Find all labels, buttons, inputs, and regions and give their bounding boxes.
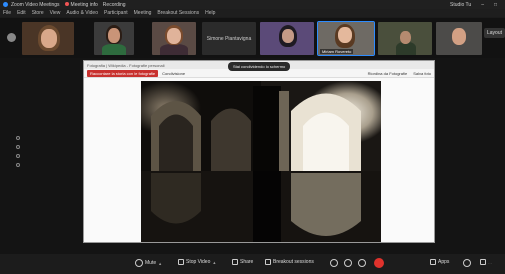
menu-store[interactable]: Store	[32, 10, 44, 16]
menu-participant[interactable]: Participant	[104, 10, 128, 16]
participant-tile[interactable]	[152, 22, 196, 55]
microphone-icon	[135, 259, 143, 267]
stop-video-button[interactable]: Stop Video ▲	[178, 259, 216, 265]
participant-tile[interactable]	[22, 22, 74, 55]
end-meeting-button[interactable]	[374, 258, 384, 268]
menu-meeting[interactable]: Meeting	[134, 10, 152, 16]
apps-label: Apps	[438, 259, 450, 265]
participant-tile[interactable]	[260, 22, 314, 55]
layout-button[interactable]: Layout	[484, 28, 505, 38]
participant-strip: Simone Piantavigna Miriam Rovereto Layou…	[0, 18, 505, 58]
recording-dot-icon	[64, 1, 69, 6]
meeting-controls: Mute ▲ Stop Video ▲ Share Breakout sessi…	[0, 254, 505, 274]
ellipsis-icon	[358, 259, 366, 267]
share-tab[interactable]: Condivisione	[162, 71, 185, 76]
options-button[interactable]	[358, 259, 366, 267]
tool-icon[interactable]	[16, 136, 20, 140]
participant-name: Simone Piantavigna	[206, 35, 252, 42]
share-label: Share	[240, 259, 254, 265]
breakout-label: Breakout sessions	[273, 259, 314, 265]
chevron-down-icon[interactable]: ▲	[212, 260, 216, 265]
mute-label: Mute	[145, 260, 157, 266]
tool-icon[interactable]	[16, 163, 20, 167]
menu-edit[interactable]: Edit	[17, 10, 26, 16]
participant-tile[interactable]	[378, 22, 432, 55]
app-logo-icon	[3, 2, 8, 7]
shared-toolbar-right: Riordina da Fotografie Salva foto	[368, 71, 431, 76]
share-button[interactable]: Share	[232, 259, 253, 265]
participant-name: Miriam Rovereto	[320, 49, 354, 54]
apps-button[interactable]: Apps	[430, 259, 449, 265]
video-label: Stop Video	[186, 259, 211, 265]
more-icon	[344, 259, 352, 267]
end-call-icon	[374, 258, 384, 268]
breakout-icon	[265, 259, 271, 265]
window-controls: Studio Tu – □	[450, 2, 502, 8]
apps-icon	[430, 259, 436, 265]
breakout-button[interactable]: Breakout sessions	[265, 259, 314, 265]
user-icon	[463, 259, 471, 267]
zoom-window: Zoom Video Meetings Meeting info Recordi…	[0, 0, 505, 274]
recording-label: Recording	[102, 1, 126, 8]
menu-breakout[interactable]: Breakout Sessions	[157, 10, 199, 16]
reactions-icon	[330, 259, 338, 267]
sharing-indicator[interactable]: Stai condividendo lo schermo	[228, 62, 291, 71]
mute-button[interactable]: Mute ▲	[135, 259, 162, 267]
reorder-button[interactable]: Riordina da Fotografie	[368, 71, 408, 76]
more-button[interactable]	[330, 259, 338, 267]
tool-icon[interactable]	[16, 154, 20, 158]
title-bar: Zoom Video Meetings Meeting info Recordi…	[0, 0, 505, 9]
shared-window: Fotografia | Wikipedia - Fotografie pers…	[83, 60, 435, 243]
shared-photo	[141, 81, 381, 242]
maximize-icon[interactable]: □	[494, 2, 497, 8]
meeting-info-link[interactable]: Meeting info	[64, 1, 98, 8]
chevron-down-icon[interactable]: ▲	[158, 261, 162, 266]
participant-tile[interactable]: Simone Piantavigna	[202, 22, 256, 55]
strip-scroll-button[interactable]	[7, 33, 16, 42]
menu-audio-video[interactable]: Audio & Video	[66, 10, 98, 16]
shared-screen-area: Fotografia | Wikipedia - Fotografie pers…	[0, 58, 505, 254]
studio-label: Studio Tu	[450, 1, 472, 8]
minimize-icon[interactable]: –	[481, 2, 484, 8]
whiteboard-button[interactable]	[463, 259, 471, 267]
side-tools	[16, 136, 20, 167]
cistern-photo	[141, 81, 381, 242]
menu-bar: File Edit Store View Audio & Video Parti…	[0, 9, 505, 17]
menu-file[interactable]: File	[3, 10, 11, 16]
share-screen-icon	[232, 259, 238, 265]
app-title: Zoom Video Meetings	[11, 1, 60, 8]
menu-help[interactable]: Help	[205, 10, 215, 16]
settings-button[interactable]: …	[480, 259, 492, 265]
story-button[interactable]: Raccontare la storia con le fotografie	[87, 69, 159, 77]
save-photo-button[interactable]: Salva foto	[413, 71, 431, 76]
more-options-button[interactable]	[344, 259, 352, 267]
menu-view[interactable]: View	[50, 10, 61, 16]
participant-tile-active[interactable]: Miriam Rovereto	[317, 21, 375, 56]
participant-tile[interactable]	[436, 22, 482, 55]
camera-icon	[178, 259, 184, 265]
participant-tile[interactable]	[94, 22, 134, 55]
tool-icon[interactable]	[16, 145, 20, 149]
gear-icon	[480, 259, 486, 265]
